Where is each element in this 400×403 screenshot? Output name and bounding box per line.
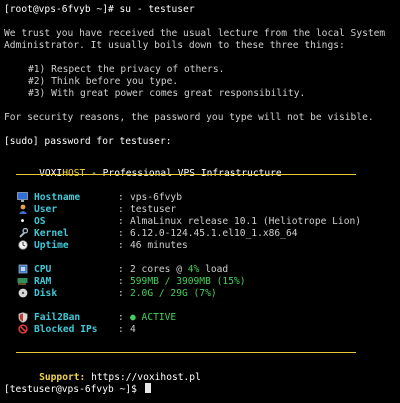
hostname-value: vps-6fvyb xyxy=(130,192,182,203)
colon: : xyxy=(118,204,124,215)
colon: : xyxy=(118,324,124,335)
colon: : xyxy=(118,288,124,299)
banner-title: VOXIHOST - Professional VPS Infrastructu… xyxy=(16,156,282,179)
colon: : xyxy=(118,276,124,287)
colon: : xyxy=(118,264,124,275)
wrench-icon xyxy=(16,227,29,240)
lecture-line-1: We trust you have received the usual lec… xyxy=(4,28,386,39)
cpu-icon xyxy=(16,264,29,276)
cpu-suffix: load xyxy=(199,264,229,275)
security-notice: For security reasons, the password you t… xyxy=(4,112,374,123)
banner-bottom-rule xyxy=(16,352,356,353)
colon: : xyxy=(118,240,124,251)
kernel-label: Kernel xyxy=(34,228,69,239)
ram-value: 599MB / 3909MB (15%) xyxy=(130,276,246,287)
shield-icon xyxy=(16,312,29,324)
shell-prompt-line[interactable]: [testuser@vps-6fvyb ~]$ xyxy=(4,383,151,395)
disk-label: Disk xyxy=(34,288,58,299)
clock-icon xyxy=(16,240,29,252)
rule-line-1: #1) Respect the privacy of others. xyxy=(28,64,225,75)
kernel-value: 6.12.0-124.45.1.el10_1.x86_64 xyxy=(130,228,298,239)
uptime-value: 46 minutes xyxy=(130,240,188,251)
cpu-load-percent: 4% xyxy=(187,264,200,275)
fail2ban-status: ● ACTIVE xyxy=(130,312,177,323)
os-label: OS xyxy=(34,216,46,227)
sudo-password-prompt: [sudo] password for testuser: xyxy=(4,136,172,147)
user-label: User xyxy=(34,204,58,215)
terminal-window[interactable]: [root@vps-6fvyb ~]# su - testuser We tru… xyxy=(0,0,400,403)
colon: : xyxy=(118,192,124,203)
user-icon xyxy=(16,204,29,216)
ram-icon xyxy=(16,276,29,288)
banner-top-rule xyxy=(16,174,356,175)
uptime-label: Uptime xyxy=(34,240,69,251)
shell-prompt: [testuser@vps-6fvyb ~]$ xyxy=(4,384,143,395)
disk-value: 2.0G / 29G (7%) xyxy=(130,288,217,299)
colon: : xyxy=(118,312,124,323)
os-value: AlmaLinux release 10.1 (Heliotrope Lion) xyxy=(130,216,362,227)
cpu-value: 2 cores @ 4% load xyxy=(130,264,228,276)
lecture-line-2: Administrator. It usually boils down to … xyxy=(4,40,345,51)
os-icon: • xyxy=(19,216,26,227)
support-line: Support: https://voxihost.pl xyxy=(16,360,201,383)
colon: : xyxy=(118,228,124,239)
user-value: testuser xyxy=(130,204,177,215)
su-command-line: [root@vps-6fvyb ~]# su - testuser xyxy=(4,4,195,15)
disk-icon xyxy=(16,288,29,300)
support-url: https://voxihost.pl xyxy=(85,372,201,383)
cpu-label: CPU xyxy=(34,264,52,275)
fail2ban-label: Fail2Ban xyxy=(34,312,81,323)
cpu-prefix: 2 cores @ xyxy=(130,264,188,275)
rule-line-2: #2) Think before you type. xyxy=(28,76,179,87)
colon: : xyxy=(118,216,124,227)
blocked-icon xyxy=(16,324,29,336)
support-label: Support: xyxy=(39,372,86,383)
blocked-ips-label: Blocked IPs xyxy=(34,324,98,335)
monitor-icon xyxy=(16,192,29,204)
hostname-label: Hostname xyxy=(34,192,81,203)
rule-line-3: #3) With great power comes great respons… xyxy=(28,88,306,99)
ram-label: RAM xyxy=(34,276,52,287)
blocked-ips-value: 4 xyxy=(130,324,136,335)
terminal-cursor xyxy=(144,383,151,393)
